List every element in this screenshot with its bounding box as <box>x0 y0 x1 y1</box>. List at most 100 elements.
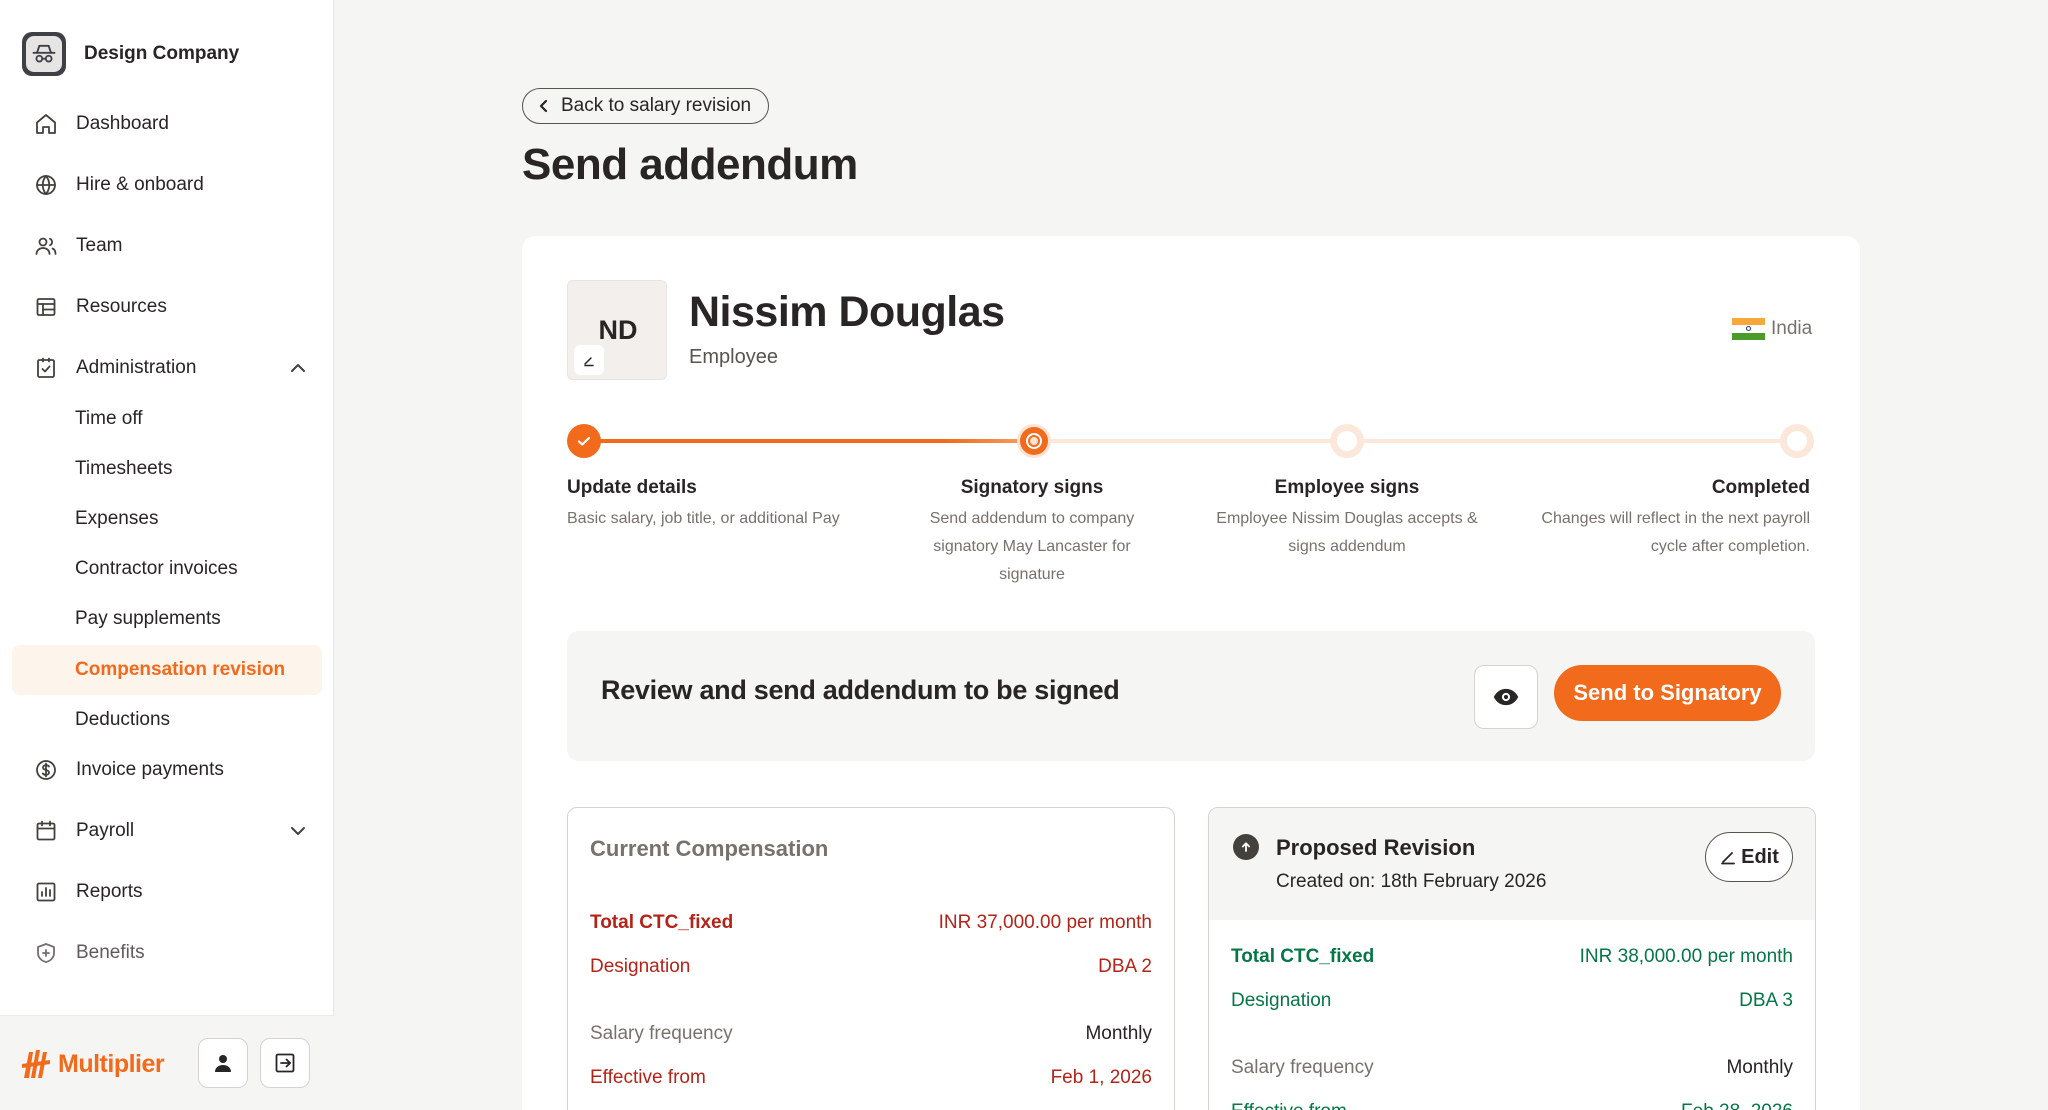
step-title-signatory-signs: Signatory signs <box>960 477 1104 498</box>
step-title-completed: Completed <box>1711 477 1810 498</box>
current-row-salary-frequency: Salary frequency Monthly <box>590 1023 1152 1045</box>
employee-name: Nissim Douglas <box>689 288 1005 336</box>
sidebar-subitem-deductions[interactable]: Deductions <box>75 705 170 735</box>
back-button-label: Back to salary revision <box>561 95 752 116</box>
chevron-down-icon[interactable] <box>286 819 310 843</box>
sidebar-item-team[interactable]: Team <box>34 231 122 261</box>
current-row-effective-from: Effective from Feb 1, 2026 <box>590 1067 1152 1089</box>
edit-button[interactable]: Edit <box>1705 832 1793 882</box>
sidebar-item-label: Resources <box>76 296 167 317</box>
bar-chart-icon <box>36 882 56 902</box>
sidebar-subitem-timesheets[interactable]: Timesheets <box>75 454 173 484</box>
sidebar-item-label: Payroll <box>76 820 135 841</box>
send-to-signatory-button[interactable]: Send to Signatory <box>1554 665 1781 721</box>
logout-button[interactable] <box>260 1038 310 1088</box>
row-label: Total CTC_fixed <box>1231 946 1375 967</box>
proposed-revision-header: Proposed Revision Created on: 18th Febru… <box>1209 808 1815 920</box>
current-row-designation: Designation DBA 2 <box>590 956 1152 978</box>
proposed-row-ctc: Total CTC_fixed INR 38,000.00 per month <box>1231 946 1793 968</box>
row-value: DBA 3 <box>1739 990 1793 1011</box>
sidebar-subitem-expenses[interactable]: Expenses <box>75 504 158 534</box>
preview-button[interactable] <box>1474 665 1538 729</box>
proposed-row-effective-from: Effective from Feb 28, 2026 <box>1231 1101 1793 1110</box>
users-icon <box>35 237 57 255</box>
stepper-track-pending <box>1035 439 1797 443</box>
row-value: Monthly <box>1085 1023 1152 1044</box>
profile-button[interactable] <box>198 1038 248 1088</box>
sidebar-item-label: Invoice payments <box>76 759 224 780</box>
proposed-row-salary-frequency: Salary frequency Monthly <box>1231 1057 1793 1079</box>
proposed-row-designation: Designation DBA 3 <box>1231 990 1793 1012</box>
sidebar-item-hire-onboard[interactable]: Hire & onboard <box>34 170 204 200</box>
step-desc-update-details: Basic salary, job title, or additional P… <box>567 510 840 527</box>
row-label: Salary frequency <box>590 1023 733 1044</box>
row-label: Effective from <box>1231 1101 1347 1110</box>
sidebar-item-label: Reports <box>76 881 143 902</box>
step-desc-completed: Changes will reflect in the next payroll… <box>1541 510 1810 555</box>
step-title-update-details: Update details <box>567 477 697 498</box>
stepper-track-complete <box>584 439 1035 443</box>
sidebar-item-invoice-payments[interactable]: Invoice payments <box>34 755 224 785</box>
back-to-salary-revision-button[interactable]: Back to salary revision <box>522 88 770 124</box>
company-logo <box>22 32 66 76</box>
row-value: Feb 1, 2026 <box>1050 1067 1152 1088</box>
incognito-icon <box>32 44 56 63</box>
page-title: Send addendum <box>522 140 858 189</box>
company-switcher[interactable]: Design Company <box>22 32 239 76</box>
step-title-employee-signs: Employee signs <box>1274 477 1420 498</box>
dollar-circle-icon <box>36 760 56 780</box>
employee-role: Employee <box>689 346 778 368</box>
multiplier-logo-icon <box>22 1050 50 1078</box>
step-pending-dot <box>1330 424 1364 458</box>
user-icon <box>215 1055 231 1072</box>
country-badge: India <box>1732 318 1812 340</box>
row-label: Effective from <box>590 1067 706 1088</box>
review-banner: Review and send addendum to be signed Se… <box>567 631 1815 761</box>
calendar-grid-icon <box>36 298 56 316</box>
review-text: Review and send addendum to be signed <box>601 675 1120 705</box>
sidebar-item-payroll[interactable]: Payroll <box>34 816 134 846</box>
check-icon <box>577 436 591 446</box>
sidebar-item-administration[interactable]: Administration <box>34 353 196 383</box>
company-name: Design Company <box>84 43 240 64</box>
step-desc-employee-signs: Employee Nissim Douglas accepts & signs … <box>1216 510 1478 555</box>
step-complete-dot <box>567 424 601 458</box>
chevron-left-icon <box>539 99 548 113</box>
sidebar-subitem-pay-supplements[interactable]: Pay supplements <box>75 604 221 634</box>
chevron-up-icon[interactable] <box>286 356 310 380</box>
shield-plus-icon <box>37 943 55 963</box>
sidebar-footer: Multiplier <box>0 1015 334 1110</box>
step-desc-signatory-signs: Send addendum to company signatory May L… <box>929 510 1135 583</box>
sidebar-item-dashboard[interactable]: Dashboard <box>34 109 169 139</box>
edit-button-label: Edit <box>1741 845 1779 868</box>
sidebar-item-benefits[interactable]: Benefits <box>34 938 145 968</box>
multiplier-logo: Multiplier <box>20 1044 165 1084</box>
sidebar-item-reports[interactable]: Reports <box>34 877 143 907</box>
sidebar-item-label: Hire & onboard <box>76 174 204 195</box>
sidebar-subitem-compensation-revision[interactable]: Compensation revision <box>75 655 285 685</box>
clipboard-check-icon <box>37 357 55 378</box>
row-value: Feb 28, 2026 <box>1681 1101 1793 1110</box>
globe-icon <box>36 175 56 195</box>
country-name: India <box>1771 318 1813 339</box>
sidebar-item-label: Administration <box>76 357 197 378</box>
avatar-initials: ND <box>598 315 638 345</box>
sidebar-subitem-contractor-invoices[interactable]: Contractor invoices <box>75 554 238 584</box>
sidebar-item-label: Dashboard <box>76 113 169 134</box>
calendar-icon <box>36 820 56 841</box>
eye-icon <box>1493 688 1519 706</box>
sidebar-subitem-time-off[interactable]: Time off <box>75 404 143 434</box>
sidebar: Design Company Dashboard Hire & onboard … <box>0 0 334 1110</box>
row-label: Salary frequency <box>1231 1057 1374 1078</box>
row-value: DBA 2 <box>1098 956 1152 977</box>
step-pending-dot <box>1780 424 1814 458</box>
avatar-edit-button[interactable] <box>574 345 604 375</box>
pencil-icon <box>1721 852 1736 865</box>
pencil-icon <box>584 357 594 367</box>
current-compensation-panel: Current Compensation Total CTC_fixed INR… <box>567 807 1175 1110</box>
sidebar-item-resources[interactable]: Resources <box>34 292 167 322</box>
proposed-revision-panel: Proposed Revision Created on: 18th Febru… <box>1208 807 1816 1110</box>
proposed-revision-title: Proposed Revision <box>1276 835 1476 860</box>
sidebar-item-label: Team <box>76 235 123 256</box>
home-icon <box>36 114 56 134</box>
